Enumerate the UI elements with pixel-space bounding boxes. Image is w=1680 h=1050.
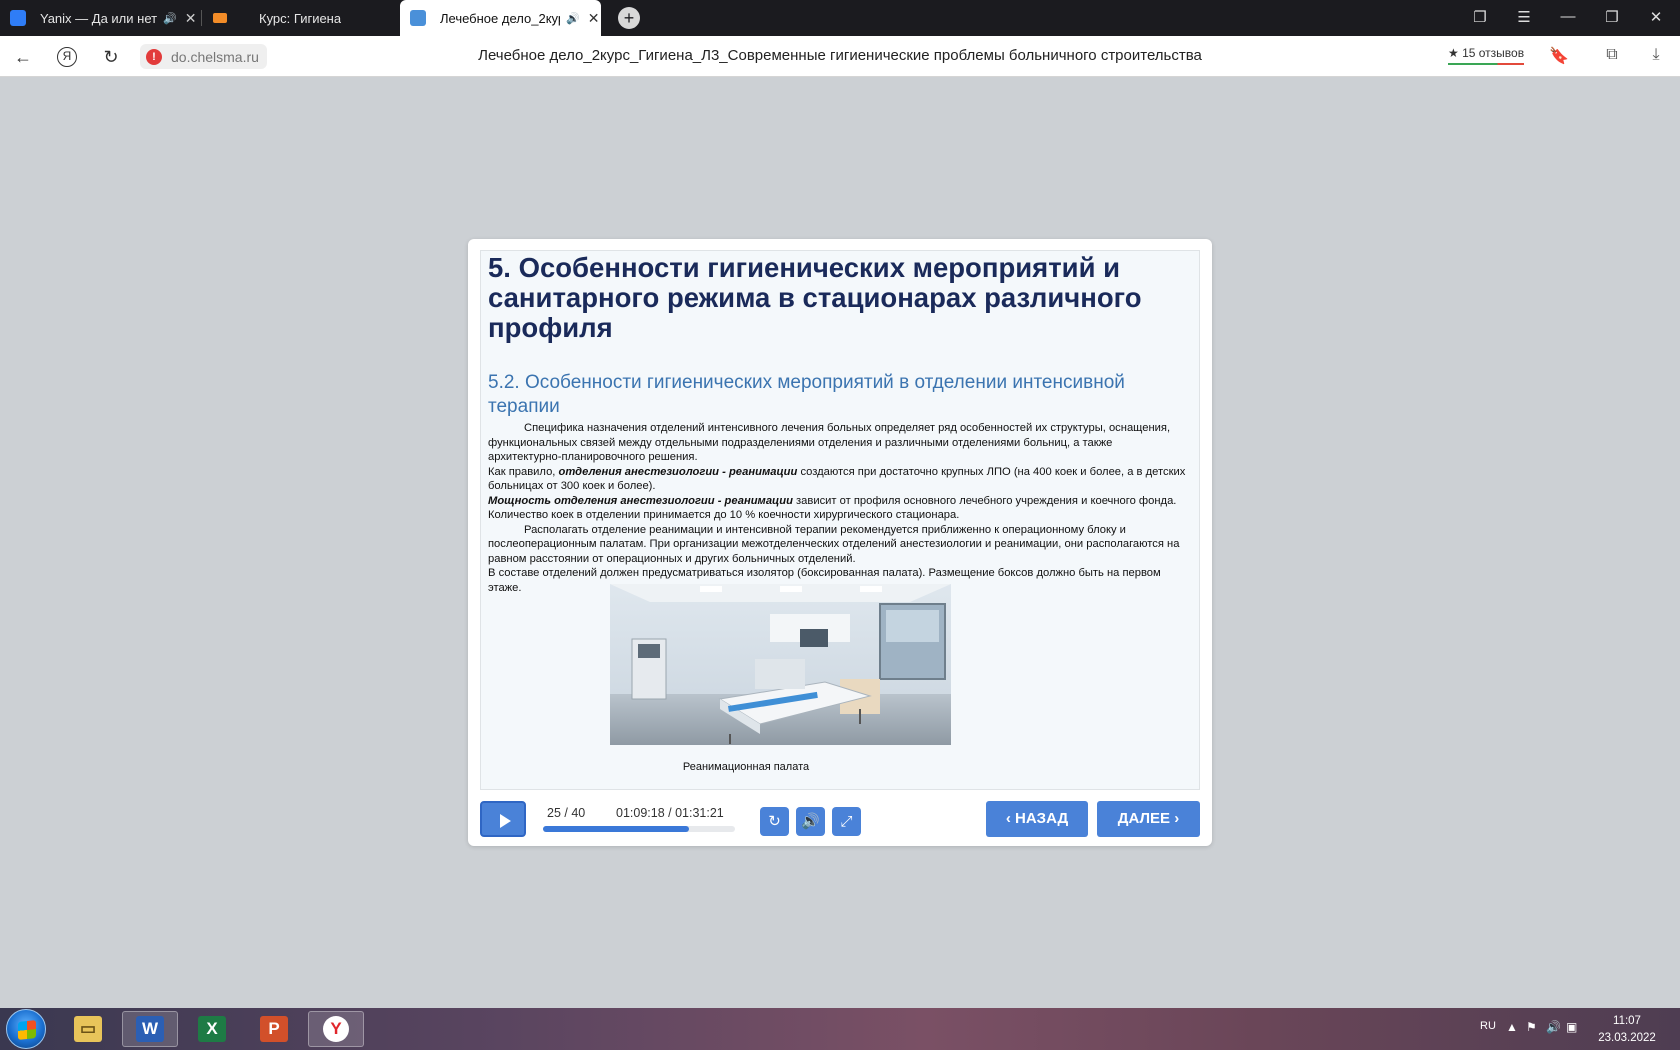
chat-favicon-icon bbox=[10, 10, 26, 26]
chevron-left-icon: ‹ bbox=[1005, 810, 1011, 827]
taskbar-excel[interactable]: X bbox=[184, 1011, 240, 1047]
clock-time[interactable]: 11:07 bbox=[1592, 1015, 1662, 1027]
speaker-icon[interactable]: 🔊 bbox=[163, 12, 177, 25]
emphasis: отделения анестезиологии - реанимации bbox=[558, 465, 798, 478]
paragraph: Мощность отделения анестезиологии - реан… bbox=[488, 494, 1188, 523]
slide-subtitle: 5.2. Особенности гигиенических мероприят… bbox=[488, 372, 1125, 417]
taskbar-word[interactable]: W bbox=[122, 1011, 178, 1047]
word-icon: W bbox=[136, 1016, 164, 1042]
browser-tab-strip: Yanix — Да или нет 🔊 ✕ Курс: Гигиена Леч… bbox=[0, 0, 1680, 36]
paragraph: Специфика назначения отделений интенсивн… bbox=[488, 422, 1171, 463]
bookmark-icon[interactable]: 🔖 bbox=[1548, 46, 1570, 66]
icu-ward-image bbox=[610, 584, 951, 745]
minimize-icon[interactable]: — bbox=[1558, 8, 1578, 25]
close-tab-icon[interactable]: ✕ bbox=[185, 10, 197, 27]
yandex-icon[interactable]: Я bbox=[57, 47, 77, 67]
bookmarks-panel-icon[interactable]: ❐ bbox=[1470, 8, 1490, 26]
collections-icon[interactable]: ⧉ bbox=[1601, 46, 1623, 64]
playback-time: 01:09:18 / 01:31:21 bbox=[616, 806, 724, 820]
url-field[interactable]: ! do.chelsma.ru bbox=[140, 44, 267, 69]
volume-button[interactable]: 🔊 bbox=[796, 807, 825, 836]
play-icon bbox=[500, 814, 511, 828]
play-button[interactable] bbox=[480, 801, 526, 837]
taskbar-yandex-browser[interactable]: Y bbox=[308, 1011, 364, 1047]
powerpoint-icon: P bbox=[260, 1016, 288, 1042]
site-favicon-icon bbox=[213, 13, 227, 23]
network-icon[interactable]: ▣ bbox=[1566, 1020, 1577, 1034]
new-tab-button[interactable]: + bbox=[618, 7, 640, 29]
text: Как правило, bbox=[488, 465, 559, 478]
slide-counter: 25 / 40 bbox=[547, 806, 586, 820]
close-window-icon[interactable]: ✕ bbox=[1646, 8, 1666, 26]
clock-date[interactable]: 23.03.2022 bbox=[1592, 1032, 1662, 1044]
photo-caption: Реанимационная палата bbox=[682, 761, 810, 773]
volume-tray-icon[interactable]: 🔊 bbox=[1546, 1020, 1561, 1034]
download-icon[interactable]: ⤓ bbox=[1645, 46, 1667, 64]
back-arrow-icon[interactable]: ← bbox=[11, 45, 35, 69]
chevron-right-icon: › bbox=[1174, 810, 1180, 827]
speaker-icon[interactable]: 🔊 bbox=[566, 12, 580, 25]
next-label: ДАЛЕЕ bbox=[1117, 810, 1171, 827]
slide: 5. Особенности гигиенических мероприятий… bbox=[480, 250, 1200, 790]
course-player: 5. Особенности гигиенических мероприятий… bbox=[468, 239, 1212, 846]
close-tab-icon[interactable]: ✕ bbox=[588, 10, 600, 27]
taskbar: ▭ W X P Y RU ▲ ⚑ 🔊 ▣ 11:07 23.03.2022 bbox=[0, 1008, 1680, 1050]
emphasis: Мощность отделения анестезиологии - реан… bbox=[488, 494, 793, 507]
url-text: do.chelsma.ru bbox=[171, 48, 259, 65]
tab-lechebnoe-delo[interactable]: Лечебное дело_2курс 🔊 ✕ bbox=[400, 0, 601, 36]
paragraph: Располагать отделение реанимации и интен… bbox=[488, 523, 1180, 565]
restore-icon[interactable]: ❐ bbox=[1602, 8, 1622, 26]
next-button[interactable]: ДАЛЕЕ › bbox=[1097, 801, 1200, 837]
icu-ward-photo bbox=[610, 584, 951, 745]
taskbar-powerpoint[interactable]: P bbox=[246, 1011, 302, 1047]
slide-body: Специфика назначения отделений интенсивн… bbox=[488, 421, 1188, 595]
excel-icon: X bbox=[198, 1016, 226, 1042]
tab-title: Лечебное дело_2курс bbox=[440, 10, 560, 26]
menu-icon[interactable]: ☰ bbox=[1514, 8, 1534, 26]
paragraph: Как правило, отделения анестезиологии - … bbox=[488, 465, 1188, 494]
action-center-flag-icon[interactable]: ⚑ bbox=[1526, 1020, 1537, 1034]
page-title: Лечебное дело_2курс_Гигиена_Л3_Современн… bbox=[478, 47, 1202, 64]
reload-icon[interactable]: ↻ bbox=[99, 45, 123, 69]
tab-yanix[interactable]: Yanix — Да или нет 🔊 ✕ bbox=[0, 0, 198, 36]
reviews-button[interactable]: ★ 15 отзывов bbox=[1448, 46, 1525, 65]
back-label: НАЗАД bbox=[1015, 810, 1069, 827]
back-button[interactable]: ‹ НАЗАД bbox=[986, 801, 1088, 837]
progress-bar[interactable] bbox=[543, 826, 735, 832]
tab-title: Yanix — Да или нет bbox=[40, 10, 158, 26]
fullscreen-button[interactable]: ⤢ bbox=[832, 807, 861, 836]
address-bar: ← Я ↻ ! do.chelsma.ru Лечебное дело_2кур… bbox=[0, 36, 1680, 77]
reviews-label: 15 отзывов bbox=[1462, 46, 1525, 60]
tab-separator bbox=[201, 10, 202, 26]
replay-button[interactable]: ↻ bbox=[760, 807, 789, 836]
tab-kurs-gigiena[interactable]: Курс: Гигиена bbox=[203, 0, 393, 36]
folder-icon: ▭ bbox=[74, 1016, 102, 1042]
start-button[interactable] bbox=[6, 1009, 46, 1049]
document-favicon-icon bbox=[410, 10, 426, 26]
yandex-browser-icon: Y bbox=[323, 1016, 349, 1042]
language-indicator[interactable]: RU bbox=[1480, 1020, 1496, 1032]
windows-logo-icon bbox=[18, 1020, 36, 1040]
warning-icon[interactable]: ! bbox=[146, 48, 162, 65]
tab-title: Курс: Гигиена bbox=[259, 10, 342, 26]
taskbar-explorer[interactable]: ▭ bbox=[60, 1011, 116, 1047]
show-hidden-icons-icon[interactable]: ▲ bbox=[1506, 1020, 1518, 1034]
slide-title: 5. Особенности гигиенических мероприятий… bbox=[488, 252, 1142, 343]
progress-fill bbox=[543, 826, 689, 832]
